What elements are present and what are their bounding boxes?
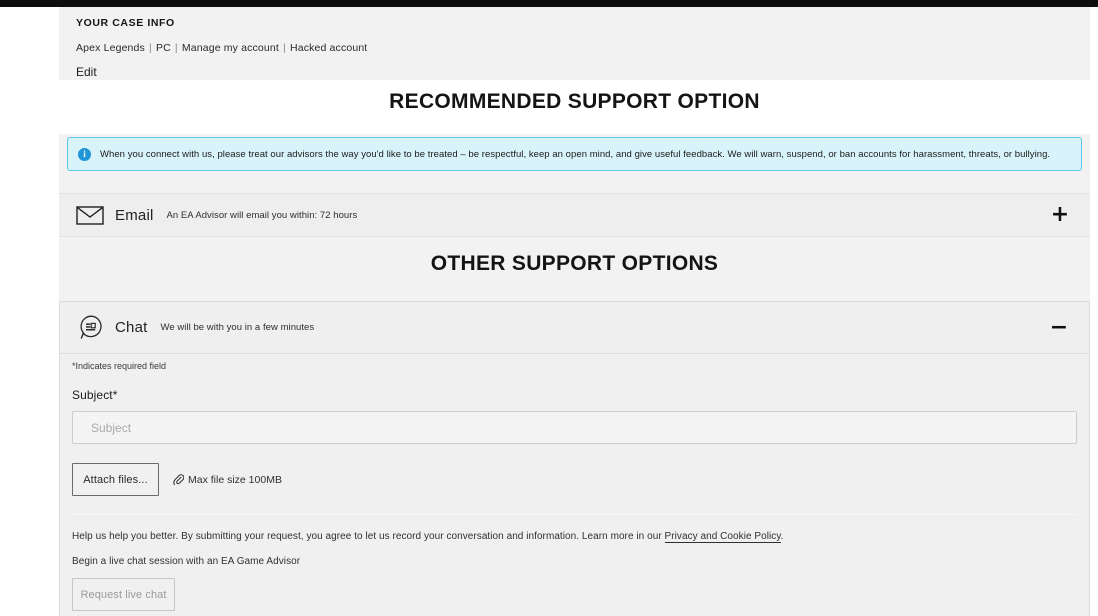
page-title-recommended: RECOMMENDED SUPPORT OPTION <box>389 90 760 113</box>
support-option-chat[interactable]: Chat We will be with you in a few minute… <box>60 302 1089 354</box>
request-live-chat-button[interactable]: Request live chat <box>72 578 175 611</box>
required-field-note: *Indicates required field <box>72 361 167 371</box>
attachment-row: Attach files... Max file size 100MB <box>72 463 1077 496</box>
breadcrumb-item-issue: Hacked account <box>289 42 368 54</box>
advisor-conduct-notice: i When you connect with us, please treat… <box>67 137 1082 171</box>
info-icon: i <box>78 147 91 161</box>
breadcrumb-separator: | <box>145 42 155 54</box>
breadcrumb-item-topic: Manage my account <box>181 42 279 54</box>
breadcrumb-separator: | <box>171 42 181 54</box>
legal-consent-text: Help us help you better. By submitting y… <box>72 531 1077 543</box>
breadcrumb: Apex Legends | PC | Manage my account | … <box>76 42 1090 54</box>
support-option-chat-subtext: We will be with you in a few minutes <box>160 322 315 333</box>
breadcrumb-item-platform: PC <box>155 42 171 54</box>
max-file-size-hint: Max file size 100MB <box>173 474 282 486</box>
form-divider <box>72 514 1077 515</box>
envelope-icon <box>76 205 104 225</box>
support-option-email[interactable]: Email An EA Advisor will email you withi… <box>59 193 1090 237</box>
case-info-title: YOUR CASE INFO <box>76 17 175 29</box>
advisor-conduct-notice-text: When you connect with us, please treat o… <box>100 148 1051 160</box>
support-option-email-label: Email <box>115 206 154 224</box>
content-panel: YOUR CASE INFO Apex Legends | PC | Manag… <box>59 7 1090 616</box>
page-title-other-options: OTHER SUPPORT OPTIONS <box>430 252 719 275</box>
top-black-bar <box>0 0 1098 7</box>
privacy-cookie-policy-link[interactable]: Privacy and Cookie Policy <box>664 531 781 543</box>
support-option-email-subtext: An EA Advisor will email you within: 72 … <box>166 209 358 221</box>
max-file-size-text: Max file size 100MB <box>188 473 282 486</box>
chat-request-form: *Indicates required field Subject* Attac… <box>60 355 1089 611</box>
support-page: YOUR CASE INFO Apex Legends | PC | Manag… <box>0 0 1098 616</box>
support-option-chat-label: Chat <box>115 319 148 336</box>
breadcrumb-item-game: Apex Legends <box>76 42 145 54</box>
paperclip-icon <box>173 474 184 485</box>
case-info-section: YOUR CASE INFO Apex Legends | PC | Manag… <box>59 7 1090 83</box>
begin-chat-description: Begin a live chat session with an EA Gam… <box>72 556 301 567</box>
subject-input[interactable] <box>72 411 1077 444</box>
expand-email-button[interactable]: + <box>1047 204 1073 226</box>
legal-consent-prefix: Help us help you better. By submitting y… <box>72 531 665 542</box>
chat-bubble-icon <box>77 314 104 341</box>
collapse-chat-button[interactable]: − <box>1046 316 1072 339</box>
support-option-chat-card: Chat We will be with you in a few minute… <box>59 301 1090 616</box>
subject-field-label: Subject* <box>72 388 118 402</box>
breadcrumb-separator: | <box>279 42 289 54</box>
legal-consent-suffix: . <box>780 531 784 542</box>
attach-files-button[interactable]: Attach files... <box>72 463 159 496</box>
